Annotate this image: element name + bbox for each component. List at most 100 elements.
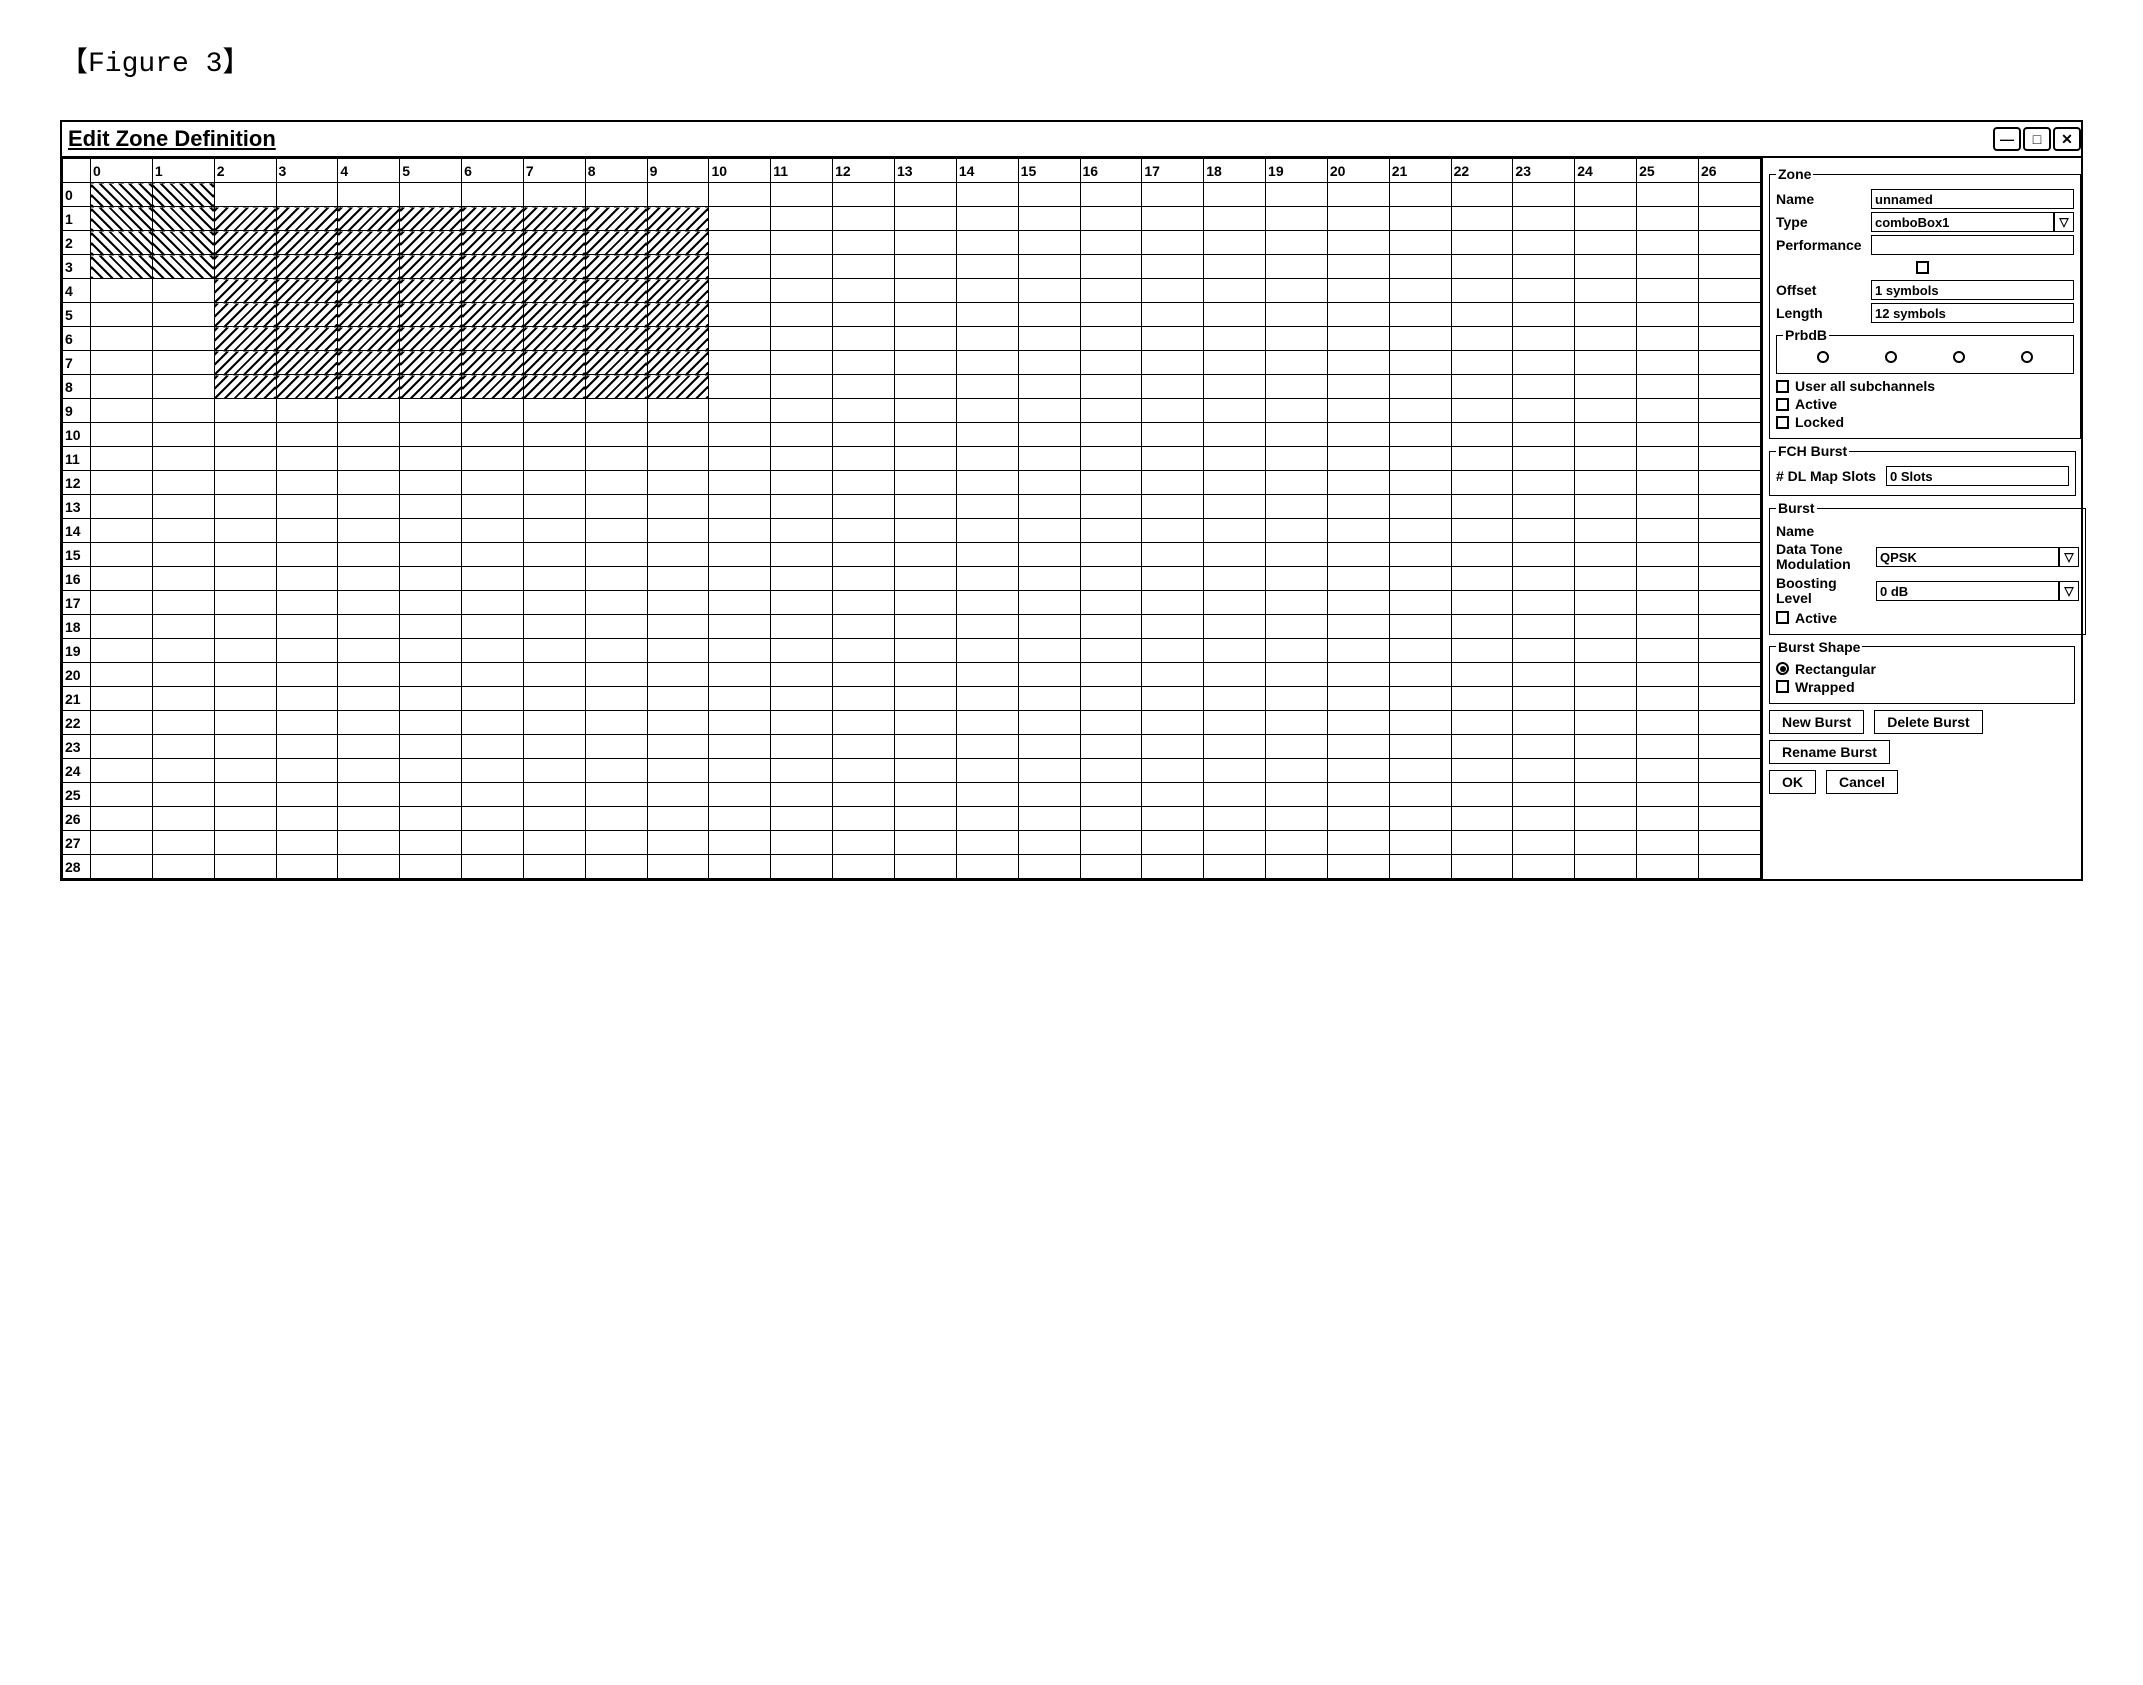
grid-cell[interactable] — [771, 639, 833, 663]
grid-cell[interactable] — [1142, 447, 1204, 471]
grid-cell[interactable] — [1266, 519, 1328, 543]
grid-cell[interactable] — [152, 591, 214, 615]
grid-cell[interactable] — [833, 279, 895, 303]
grid-cell[interactable] — [400, 495, 462, 519]
grid-cell[interactable] — [214, 519, 276, 543]
grid-cell[interactable] — [585, 543, 647, 567]
grid-cell[interactable] — [1080, 303, 1142, 327]
grid-cell[interactable] — [276, 591, 338, 615]
grid-cell[interactable] — [462, 327, 524, 351]
grid-cell[interactable] — [1018, 567, 1080, 591]
grid-cell[interactable] — [1080, 519, 1142, 543]
grid-cell[interactable] — [1142, 495, 1204, 519]
grid-cell[interactable] — [1389, 423, 1451, 447]
grid-cell[interactable] — [1575, 783, 1637, 807]
grid-cell[interactable] — [1142, 567, 1204, 591]
grid-cell[interactable] — [523, 183, 585, 207]
grid-cell[interactable] — [647, 591, 709, 615]
grid-cell[interactable] — [214, 543, 276, 567]
grid-cell[interactable] — [771, 567, 833, 591]
grid-cell[interactable] — [1080, 255, 1142, 279]
grid-cell[interactable] — [647, 279, 709, 303]
grid-cell[interactable] — [1389, 375, 1451, 399]
grid-cell[interactable] — [1513, 639, 1575, 663]
grid-cell[interactable] — [152, 687, 214, 711]
grid-cell[interactable] — [1389, 831, 1451, 855]
grid-cell[interactable] — [956, 711, 1018, 735]
grid-cell[interactable] — [523, 567, 585, 591]
grid-cell[interactable] — [956, 639, 1018, 663]
grid-cell[interactable] — [1513, 711, 1575, 735]
grid-cell[interactable] — [1266, 543, 1328, 567]
grid-cell[interactable] — [523, 303, 585, 327]
grid-cell[interactable] — [152, 759, 214, 783]
grid-cell[interactable] — [1389, 639, 1451, 663]
grid-cell[interactable] — [523, 423, 585, 447]
grid-cell[interactable] — [833, 327, 895, 351]
grid-cell[interactable] — [833, 687, 895, 711]
grid-cell[interactable] — [709, 831, 771, 855]
grid-cell[interactable] — [956, 399, 1018, 423]
grid-cell[interactable] — [152, 519, 214, 543]
grid-cell[interactable] — [1204, 639, 1266, 663]
grid-cell[interactable] — [462, 759, 524, 783]
grid-cell[interactable] — [523, 543, 585, 567]
grid-cell[interactable] — [833, 663, 895, 687]
grid-cell[interactable] — [523, 663, 585, 687]
grid-cell[interactable] — [1080, 327, 1142, 351]
grid-cell[interactable] — [956, 279, 1018, 303]
grid-cell[interactable] — [91, 183, 153, 207]
grid-cell[interactable] — [1266, 279, 1328, 303]
grid-cell[interactable] — [462, 855, 524, 879]
grid-cell[interactable] — [1451, 855, 1513, 879]
grid-cell[interactable] — [214, 591, 276, 615]
grid-cell[interactable] — [338, 759, 400, 783]
grid-cell[interactable] — [1451, 495, 1513, 519]
grid-cell[interactable] — [1204, 663, 1266, 687]
grid-cell[interactable] — [1698, 783, 1760, 807]
zone-locked-checkbox[interactable] — [1776, 416, 1789, 429]
grid-cell[interactable] — [214, 279, 276, 303]
grid-cell[interactable] — [894, 423, 956, 447]
grid-cell[interactable] — [1327, 183, 1389, 207]
grid-cell[interactable] — [400, 783, 462, 807]
grid-cell[interactable] — [462, 639, 524, 663]
grid-cell[interactable] — [771, 855, 833, 879]
grid-cell[interactable] — [1451, 303, 1513, 327]
grid-cell[interactable] — [523, 279, 585, 303]
grid-cell[interactable] — [523, 639, 585, 663]
grid-cell[interactable] — [1575, 303, 1637, 327]
grid-cell[interactable] — [647, 615, 709, 639]
grid-cell[interactable] — [833, 471, 895, 495]
grid-cell[interactable] — [1451, 423, 1513, 447]
grid-cell[interactable] — [91, 255, 153, 279]
grid-cell[interactable] — [1327, 711, 1389, 735]
grid-cell[interactable] — [1327, 687, 1389, 711]
grid-cell[interactable] — [1266, 831, 1328, 855]
grid-cell[interactable] — [276, 543, 338, 567]
grid-cell[interactable] — [1018, 447, 1080, 471]
grid-cell[interactable] — [1142, 687, 1204, 711]
grid-cell[interactable] — [1451, 543, 1513, 567]
grid-cell[interactable] — [1451, 351, 1513, 375]
grid-cell[interactable] — [1637, 639, 1699, 663]
grid-cell[interactable] — [91, 783, 153, 807]
grid-cell[interactable] — [1018, 423, 1080, 447]
ok-button[interactable]: OK — [1769, 770, 1816, 794]
grid-cell[interactable] — [647, 375, 709, 399]
grid-cell[interactable] — [647, 303, 709, 327]
grid-cell[interactable] — [1266, 471, 1328, 495]
grid-cell[interactable] — [1575, 255, 1637, 279]
grid-cell[interactable] — [771, 447, 833, 471]
grid-cell[interactable] — [276, 471, 338, 495]
grid-cell[interactable] — [1698, 399, 1760, 423]
grid-cell[interactable] — [1018, 831, 1080, 855]
grid-cell[interactable] — [91, 807, 153, 831]
grid-cell[interactable] — [647, 399, 709, 423]
grid-cell[interactable] — [338, 255, 400, 279]
grid-cell[interactable] — [894, 519, 956, 543]
grid-cell[interactable] — [709, 423, 771, 447]
grid-cell[interactable] — [523, 351, 585, 375]
grid-cell[interactable] — [1204, 399, 1266, 423]
grid-cell[interactable] — [771, 255, 833, 279]
